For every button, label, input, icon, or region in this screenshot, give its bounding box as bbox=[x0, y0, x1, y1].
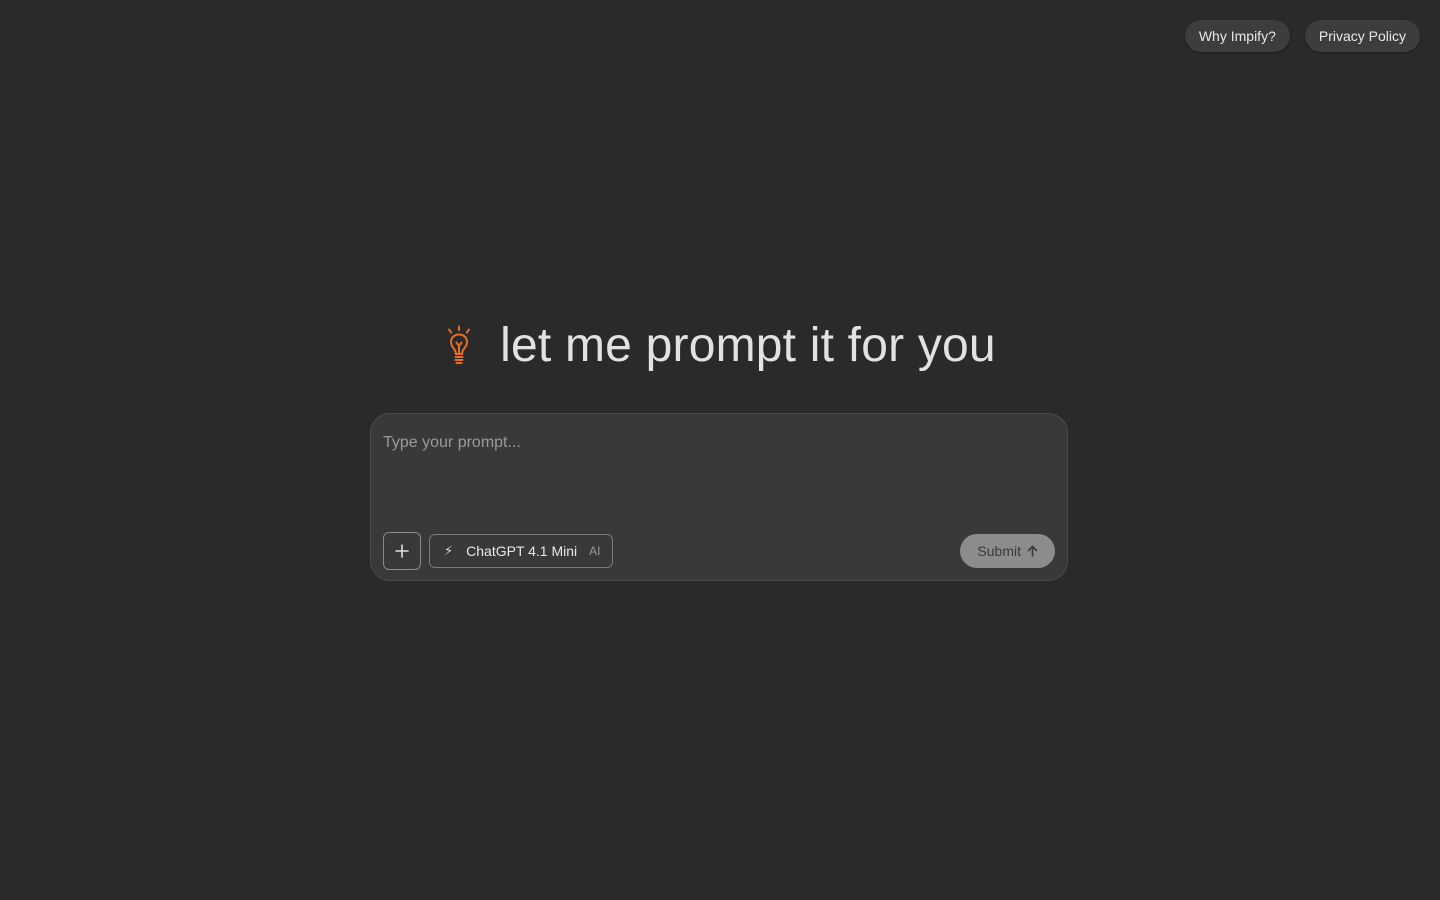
model-selector[interactable]: ⚡ ChatGPT 4.1 Mini AI bbox=[429, 534, 613, 568]
submit-label: Submit bbox=[977, 543, 1021, 559]
top-nav: Why Impify? Privacy Policy bbox=[1184, 20, 1420, 52]
submit-button[interactable]: Submit bbox=[960, 534, 1055, 568]
page-title: let me prompt it for you bbox=[500, 319, 996, 372]
prompt-input[interactable] bbox=[383, 434, 1053, 524]
prompt-toolbar: ⚡ ChatGPT 4.1 Mini AI Submit bbox=[383, 532, 1055, 570]
privacy-policy-button[interactable]: Privacy Policy bbox=[1304, 20, 1420, 52]
plus-icon bbox=[395, 544, 409, 558]
lightning-bolt-icon: ⚡ bbox=[444, 543, 454, 558]
arrow-up-icon bbox=[1027, 545, 1038, 557]
lightbulb-icon bbox=[448, 325, 471, 364]
add-button[interactable] bbox=[383, 532, 421, 570]
hero: let me prompt it for you bbox=[0, 318, 1440, 374]
page: Why Impify? Privacy Policy let me prompt… bbox=[0, 0, 1440, 900]
why-impify-button[interactable]: Why Impify? bbox=[1184, 20, 1290, 52]
model-name: ChatGPT 4.1 Mini bbox=[466, 543, 578, 559]
model-tag: AI bbox=[589, 544, 601, 558]
prompt-box: ⚡ ChatGPT 4.1 Mini AI Submit bbox=[370, 413, 1068, 581]
